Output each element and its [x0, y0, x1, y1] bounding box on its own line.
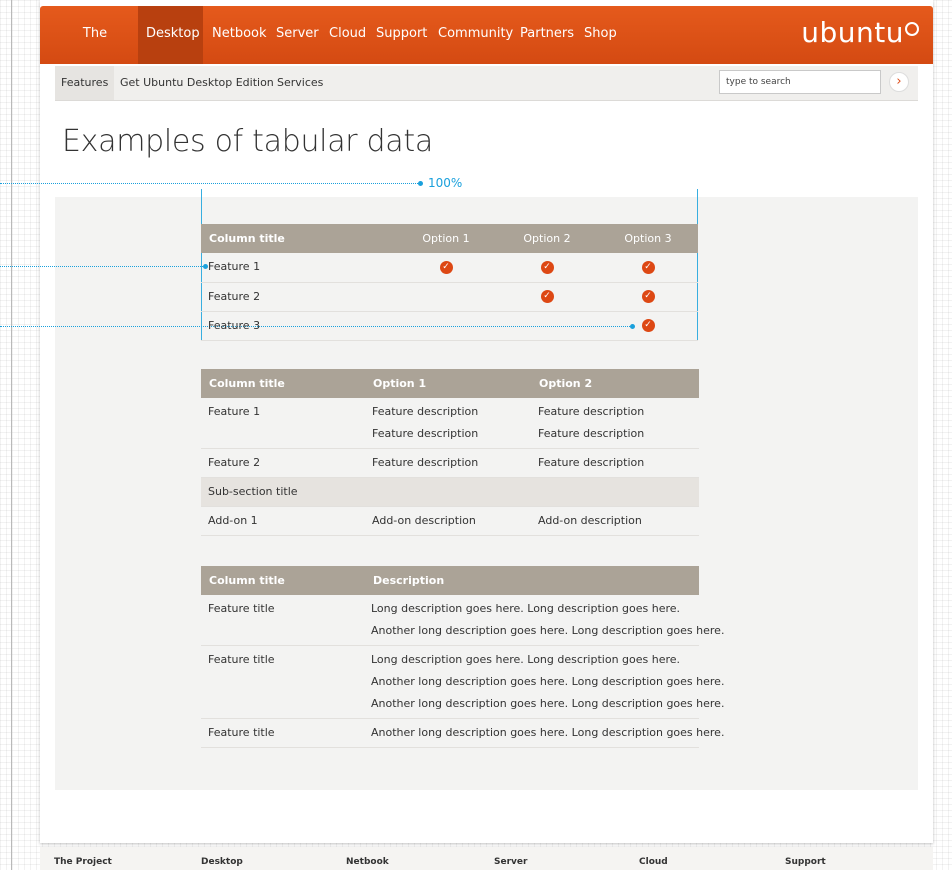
subnav-item-services[interactable]: Services	[277, 66, 323, 100]
nav-item-netbook[interactable]: Netbook	[204, 6, 268, 64]
top-navigation: The project Desktop Netbook Server Cloud…	[40, 6, 933, 97]
column-header: Option 2	[531, 369, 699, 398]
table-row: Feature 1 ✓ ✓ ✓	[201, 253, 698, 283]
feature-title: Feature title	[201, 718, 365, 748]
feature-label: Feature 1	[201, 398, 365, 449]
description-text: Add-on description	[365, 506, 531, 536]
table-row: Feature title Another long description g…	[201, 718, 725, 748]
description-line: Another long description goes here. Long…	[371, 624, 725, 637]
table-row: Feature title Long description goes here…	[201, 645, 725, 719]
column-header: Option 3	[598, 224, 698, 253]
circle-of-friends-icon	[905, 22, 919, 36]
nav-item-community[interactable]: Community	[430, 6, 513, 64]
table-header-row: Column title Option 1 Option 2	[201, 369, 699, 398]
column-header: Column title	[201, 566, 365, 595]
description-line: Another long description goes here. Long…	[371, 726, 725, 739]
annotation-width-label: 100%	[428, 176, 463, 190]
description-text: Feature description	[531, 448, 699, 478]
feature-label: Feature 3	[201, 311, 396, 341]
subsection-title: Sub-section title	[201, 477, 699, 507]
feature-label: Feature 1	[201, 253, 396, 283]
table-row: Feature 3 ✓	[201, 311, 698, 341]
table-row: Feature 2 Feature description Feature de…	[201, 448, 699, 478]
check-icon: ✓	[641, 319, 655, 332]
footer-link-server[interactable]: Server	[494, 857, 527, 867]
check-icon: ✓	[641, 260, 655, 274]
annotation-width-line	[0, 183, 420, 184]
feature-label: Add-on 1	[201, 506, 365, 536]
search-input[interactable]	[719, 70, 881, 94]
chevron-right-icon: ›	[896, 74, 902, 89]
feature-title: Feature title	[201, 645, 365, 719]
feature-label: Feature 2	[201, 282, 396, 312]
footer-link-support[interactable]: Support	[785, 857, 826, 867]
check-icon: ✓	[439, 260, 453, 274]
table-row: Add-on 1 Add-on description Add-on descr…	[201, 506, 699, 536]
feature-description-table: Column title Option 1 Option 2 Feature 1…	[201, 369, 699, 536]
description-text: Feature description	[365, 448, 531, 478]
nav-item-cloud[interactable]: Cloud	[321, 6, 367, 64]
check-icon: ✓	[540, 290, 554, 303]
description-text: Feature description	[372, 405, 479, 418]
search-button[interactable]: ›	[889, 72, 909, 92]
footer-link-netbook[interactable]: Netbook	[346, 857, 389, 867]
column-header: Option 1	[396, 224, 496, 253]
options-table: Column title Option 1 Option 2 Option 3 …	[201, 224, 698, 341]
nav-item-the-project[interactable]: The project	[56, 6, 134, 97]
table-header-row: Column title Description	[201, 566, 699, 595]
table-row: Feature 2 ✓ ✓	[201, 282, 698, 312]
nav-item-support[interactable]: Support	[368, 6, 430, 64]
column-header: Description	[365, 566, 699, 595]
column-header: Option 1	[365, 369, 531, 398]
footer-link-cloud[interactable]: Cloud	[639, 857, 668, 867]
subnav-item-get-ubuntu-desktop[interactable]: Get Ubuntu Desktop Edition	[120, 66, 274, 100]
description-line: Long description goes here. Long descrip…	[371, 653, 681, 666]
page-title: Examples of tabular data	[62, 124, 433, 159]
long-description-table: Column title Description Feature title L…	[201, 566, 725, 748]
description-line: Long description goes here. Long descrip…	[371, 602, 681, 615]
footer-link-desktop[interactable]: Desktop	[201, 857, 243, 867]
check-icon: ✓	[641, 290, 655, 303]
description-text: Feature description	[538, 405, 645, 418]
description-text: Add-on description	[531, 506, 699, 536]
footer-link-the-project[interactable]: The Project	[54, 857, 112, 867]
footer: The Project Desktop Netbook Server Cloud…	[40, 847, 933, 870]
description-line: Another long description goes here. Long…	[371, 697, 725, 710]
subsection-row: Sub-section title	[201, 477, 699, 507]
nav-item-server[interactable]: Server	[268, 6, 321, 64]
table-row: Feature title Long description goes here…	[201, 595, 725, 646]
table-header-row: Column title Option 1 Option 2 Option 3	[201, 224, 698, 253]
feature-label: Feature 2	[201, 448, 365, 478]
annotation-dot	[418, 181, 423, 186]
subnav-item-features[interactable]: Features	[55, 66, 115, 100]
nav-item-shop[interactable]: Shop	[576, 6, 624, 64]
description-line: Another long description goes here. Long…	[371, 675, 725, 688]
annotation-row-line	[0, 266, 205, 267]
column-header: Option 2	[496, 224, 598, 253]
logo-text: ubuntu	[801, 16, 904, 49]
ubuntu-logo[interactable]: ubuntu	[801, 16, 919, 49]
column-header: Column title	[201, 369, 365, 398]
nav-item-desktop[interactable]: Desktop	[138, 6, 203, 64]
column-header: Column title	[201, 224, 396, 253]
feature-title: Feature title	[201, 595, 365, 646]
description-text: Feature description	[372, 427, 479, 440]
check-icon: ✓	[540, 260, 554, 274]
table-row: Feature 1 Feature description Feature de…	[201, 398, 699, 449]
description-text: Feature description	[538, 427, 645, 440]
nav-item-partners[interactable]: Partners	[512, 6, 576, 64]
